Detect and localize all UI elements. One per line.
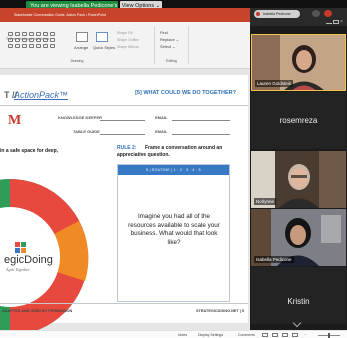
shapes-gallery[interactable] bbox=[8, 32, 55, 48]
active-speaker-name: Isabella Pedicone bbox=[263, 12, 291, 16]
shape-icon[interactable] bbox=[8, 32, 13, 36]
shape-icon[interactable] bbox=[43, 44, 48, 48]
participant-gallery: Isabella Pedicone × Lauren Goldstein ros… bbox=[250, 8, 347, 330]
shape-icon[interactable] bbox=[29, 44, 34, 48]
shape-icon[interactable] bbox=[29, 32, 34, 36]
participant-name: Lauren Goldstein bbox=[255, 80, 294, 87]
shape-icon[interactable] bbox=[50, 38, 55, 42]
ribbon: Tell me what you want to do Arrange Quic… bbox=[0, 22, 250, 69]
participant-tile[interactable]: rosemreza bbox=[251, 92, 346, 149]
shape-icon[interactable] bbox=[15, 44, 20, 48]
email-line-1 bbox=[172, 120, 230, 121]
shape-icon[interactable] bbox=[50, 32, 55, 36]
quick-styles-button[interactable]: Quick Styles bbox=[93, 45, 115, 50]
knowledge-keeper-label: KNOWLEDGE KEEPER bbox=[58, 115, 103, 120]
shape-icon[interactable] bbox=[8, 44, 13, 48]
slide-title-link[interactable]: ActionPack™ bbox=[14, 90, 68, 100]
slideshow-icon[interactable] bbox=[292, 333, 298, 337]
shape-icon[interactable] bbox=[22, 44, 27, 48]
normal-view-icon[interactable] bbox=[262, 333, 268, 337]
slide[interactable]: T // ActionPack™ [5] WHAT COULD WE DO TO… bbox=[0, 75, 248, 335]
footer-permission: ADAPTED AND USED BY PERMISSION bbox=[2, 309, 73, 313]
shape-icon[interactable] bbox=[22, 38, 27, 42]
shape-icon[interactable] bbox=[43, 32, 48, 36]
ribbon-group-editing: Find Replace ⌄ Select ⌄ Editing bbox=[155, 26, 189, 64]
shape-icon[interactable] bbox=[8, 38, 13, 42]
select-button[interactable]: Select ⌄ bbox=[160, 44, 176, 49]
table-guide-line bbox=[100, 134, 145, 135]
rule-2-text-line2: appreciative question. bbox=[117, 152, 170, 158]
question-card-text: Imagine you had all of the resources ava… bbox=[128, 213, 220, 246]
arrange-button[interactable]: Arrange bbox=[74, 45, 88, 50]
status-bar: Notes Display Settings Comments − bbox=[0, 330, 347, 338]
display-settings-button[interactable]: Display Settings bbox=[198, 333, 223, 337]
replace-button[interactable]: Replace ⌄ bbox=[160, 37, 179, 42]
shape-icon[interactable] bbox=[36, 44, 41, 48]
reading-view-icon[interactable] bbox=[282, 333, 288, 337]
footer-divider bbox=[0, 303, 248, 304]
rule-2-label: RULE 2: bbox=[117, 145, 137, 151]
shape-icon[interactable] bbox=[43, 38, 48, 42]
shape-icon[interactable] bbox=[22, 32, 27, 36]
email-line-2 bbox=[172, 134, 230, 135]
shape-effects-button[interactable]: Shape Effects bbox=[117, 45, 139, 49]
window-title: Stakeholder Conversation Guide, Action P… bbox=[14, 13, 106, 17]
strategic-doing-cycle: What should we do? What will we do? egic… bbox=[0, 177, 89, 335]
minimize-icon[interactable] bbox=[326, 20, 332, 24]
arrange-icon[interactable] bbox=[76, 32, 88, 42]
notes-button[interactable]: Notes bbox=[178, 333, 187, 337]
participant-name: Isabella Pedicone bbox=[254, 256, 294, 263]
rule-1-text: in a safe space for deep, bbox=[0, 148, 59, 154]
question-card-header: 5 | ROUTINE | 1 · 2 · 3 · 4 · 5 bbox=[118, 165, 229, 175]
slide-sorter-icon[interactable] bbox=[272, 333, 278, 337]
participant-tile[interactable]: Lauren Goldstein bbox=[251, 34, 346, 91]
email-label-2: EMAIL bbox=[155, 129, 168, 134]
close-icon[interactable]: × bbox=[340, 20, 346, 25]
participant-tile[interactable]: Norlynne bbox=[251, 151, 346, 208]
zoom-slider-handle[interactable] bbox=[328, 333, 330, 338]
shape-icon[interactable] bbox=[50, 44, 55, 48]
participant-name: Norlynne bbox=[254, 198, 277, 205]
slide-section-title: [5] WHAT COULD WE DO TOGETHER? bbox=[135, 90, 236, 96]
shape-icon[interactable] bbox=[36, 32, 41, 36]
find-button[interactable]: Find bbox=[160, 30, 168, 35]
question-card: 5 | ROUTINE | 1 · 2 · 3 · 4 · 5 Imagine … bbox=[117, 164, 230, 302]
participant-tile[interactable]: Kristin bbox=[251, 267, 346, 324]
table-guide-label: TABLE GUIDE bbox=[73, 129, 100, 134]
shape-fill-button[interactable]: Shape Fill bbox=[117, 31, 133, 35]
comments-button[interactable]: Comments bbox=[238, 333, 255, 337]
quick-styles-icon[interactable] bbox=[96, 32, 108, 42]
knowledge-keeper-line bbox=[100, 120, 145, 121]
shape-icon[interactable] bbox=[15, 32, 20, 36]
footer-page: STRATEGICDOING.NET | 5 bbox=[195, 309, 244, 313]
shape-icon[interactable] bbox=[29, 38, 34, 42]
shape-outline-button[interactable]: Shape Outline bbox=[117, 38, 139, 42]
title-bar: Stakeholder Conversation Guide, Action P… bbox=[0, 8, 250, 22]
header-divider bbox=[0, 105, 248, 106]
maximize-icon[interactable] bbox=[333, 20, 339, 24]
shape-icon[interactable] bbox=[36, 38, 41, 42]
participant-name: Kristin bbox=[287, 297, 310, 306]
drawing-group-label: Drawing bbox=[70, 59, 84, 63]
gallery-toolbar: Isabella Pedicone × bbox=[250, 8, 347, 26]
ribbon-group-drawing: Arrange Quick Styles Shape Fill Shape Ou… bbox=[0, 26, 155, 64]
powerpoint-window: Stakeholder Conversation Guide, Action P… bbox=[0, 8, 250, 338]
record-dot-icon bbox=[256, 12, 260, 16]
settings-icon[interactable] bbox=[312, 10, 320, 17]
active-speaker-pill[interactable]: Isabella Pedicone bbox=[254, 10, 300, 18]
zoom-out-icon[interactable]: − bbox=[304, 333, 306, 337]
shape-icon[interactable] bbox=[15, 38, 20, 42]
participant-name: rosemreza bbox=[279, 116, 318, 125]
email-label-1: EMAIL bbox=[155, 115, 168, 120]
rule-2-text: Frame a conversation around an bbox=[145, 145, 223, 151]
brand-tagline: Agile Together bbox=[5, 267, 30, 272]
editing-group-label: Editing bbox=[166, 59, 177, 63]
participant-tile[interactable]: Isabella Pedicone bbox=[251, 209, 346, 266]
brand-wordmark: egicDoing bbox=[4, 254, 53, 266]
stop-share-icon[interactable] bbox=[324, 10, 332, 17]
brand-logo: M bbox=[8, 113, 22, 128]
